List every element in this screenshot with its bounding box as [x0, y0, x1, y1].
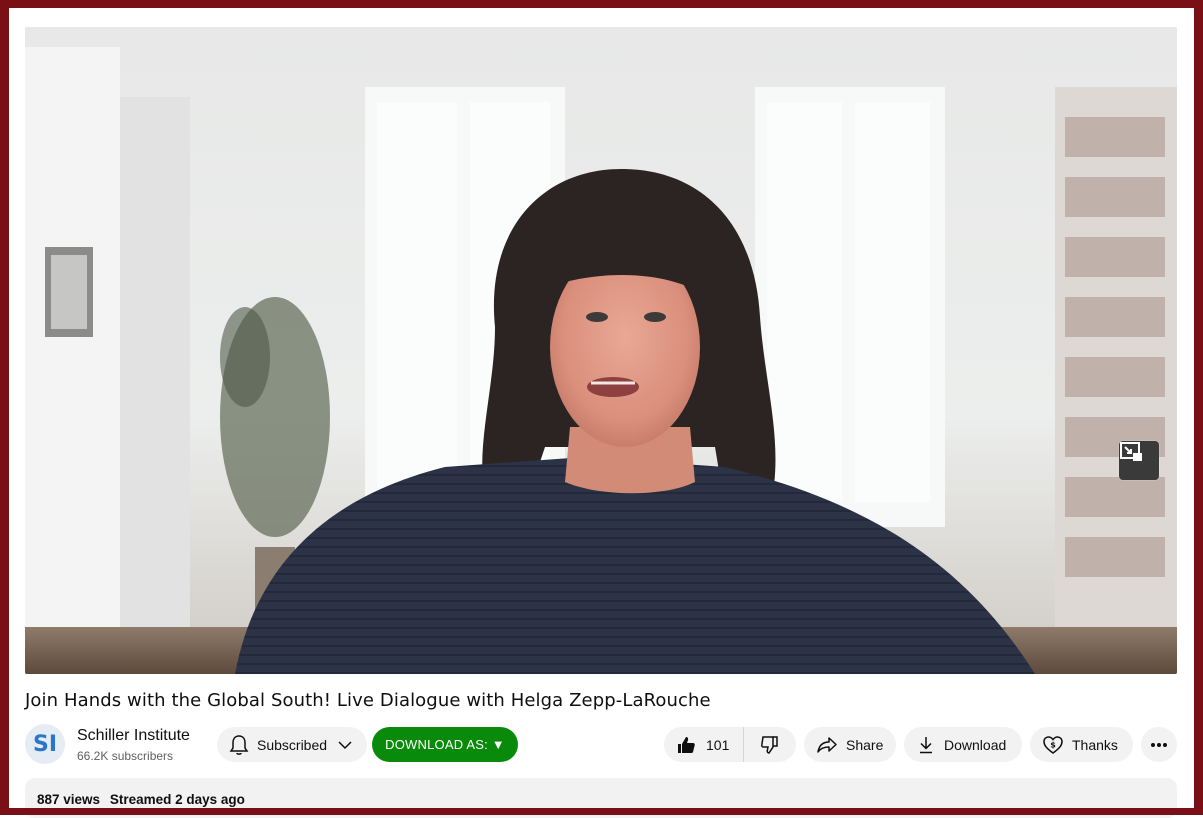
stream-date: Streamed 2 days ago [109, 792, 245, 807]
svg-text:$: $ [1050, 740, 1056, 749]
heart-dollar-icon: $ [1043, 735, 1063, 754]
download-label: Download [944, 736, 1007, 753]
video-frame-image [25, 27, 1177, 674]
like-dislike-group: 101 [664, 727, 796, 762]
thanks-button[interactable]: $ Thanks [1030, 727, 1133, 762]
download-as-button[interactable]: DOWNLOAD AS: ▼ [372, 727, 518, 762]
video-title: Join Hands with the Global South! Live D… [25, 690, 711, 711]
subscriber-count: 66.2K subscribers [77, 749, 174, 763]
share-icon [817, 736, 837, 753]
channel-avatar[interactable]: SI [25, 724, 65, 764]
video-player[interactable] [25, 27, 1177, 674]
dislike-button[interactable] [744, 727, 796, 762]
download-button[interactable]: Download [904, 727, 1022, 762]
chevron-down-icon [338, 740, 352, 749]
subscribed-button[interactable]: Subscribed [217, 727, 367, 762]
share-button[interactable]: Share [804, 727, 896, 762]
thumbs-down-icon [761, 735, 778, 754]
miniplayer-button[interactable] [1119, 441, 1159, 480]
channel-name[interactable]: Schiller Institute [77, 727, 190, 745]
like-button[interactable]: 101 [664, 727, 744, 762]
download-icon [920, 736, 932, 753]
more-actions-button[interactable] [1141, 727, 1177, 762]
view-count: 887 views [37, 792, 101, 807]
video-meta: 887 views Streamed 2 days ago [37, 792, 245, 807]
bell-icon [229, 734, 249, 755]
share-label: Share [846, 736, 884, 753]
subscribed-label: Subscribed [257, 736, 328, 753]
thumbs-up-icon [678, 736, 695, 753]
more-horizontal-icon [1151, 742, 1167, 747]
miniplayer-icon [1120, 442, 1142, 461]
thanks-label: Thanks [1072, 736, 1118, 753]
like-count: 101 [706, 736, 730, 753]
